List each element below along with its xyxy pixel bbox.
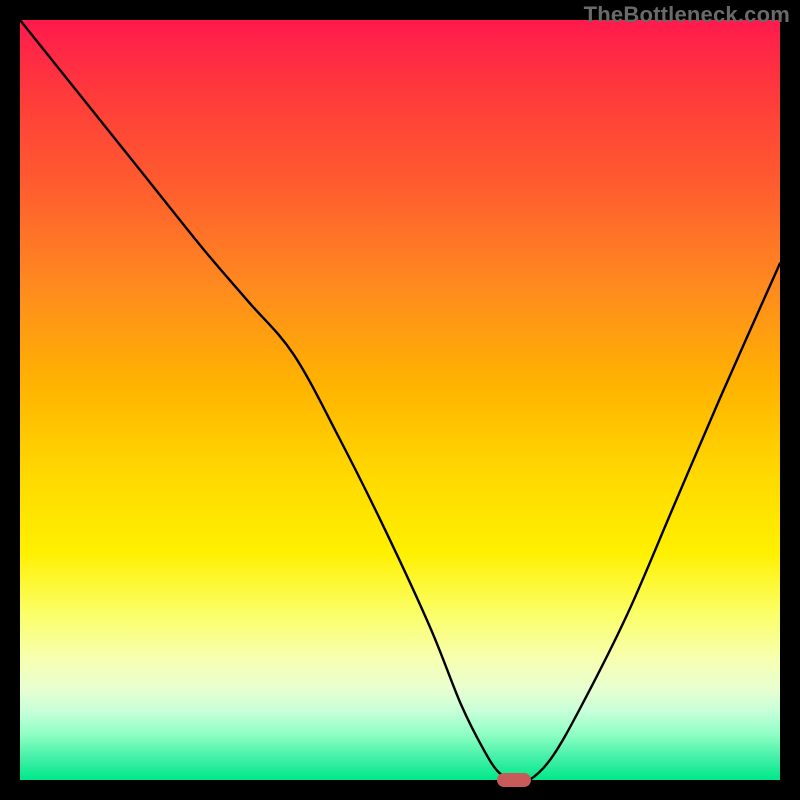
optimal-marker xyxy=(497,773,531,787)
watermark-text: TheBottleneck.com xyxy=(584,2,790,28)
chart-frame: TheBottleneck.com xyxy=(0,0,800,800)
bottleneck-curve xyxy=(20,20,780,780)
plot-area xyxy=(20,20,780,780)
